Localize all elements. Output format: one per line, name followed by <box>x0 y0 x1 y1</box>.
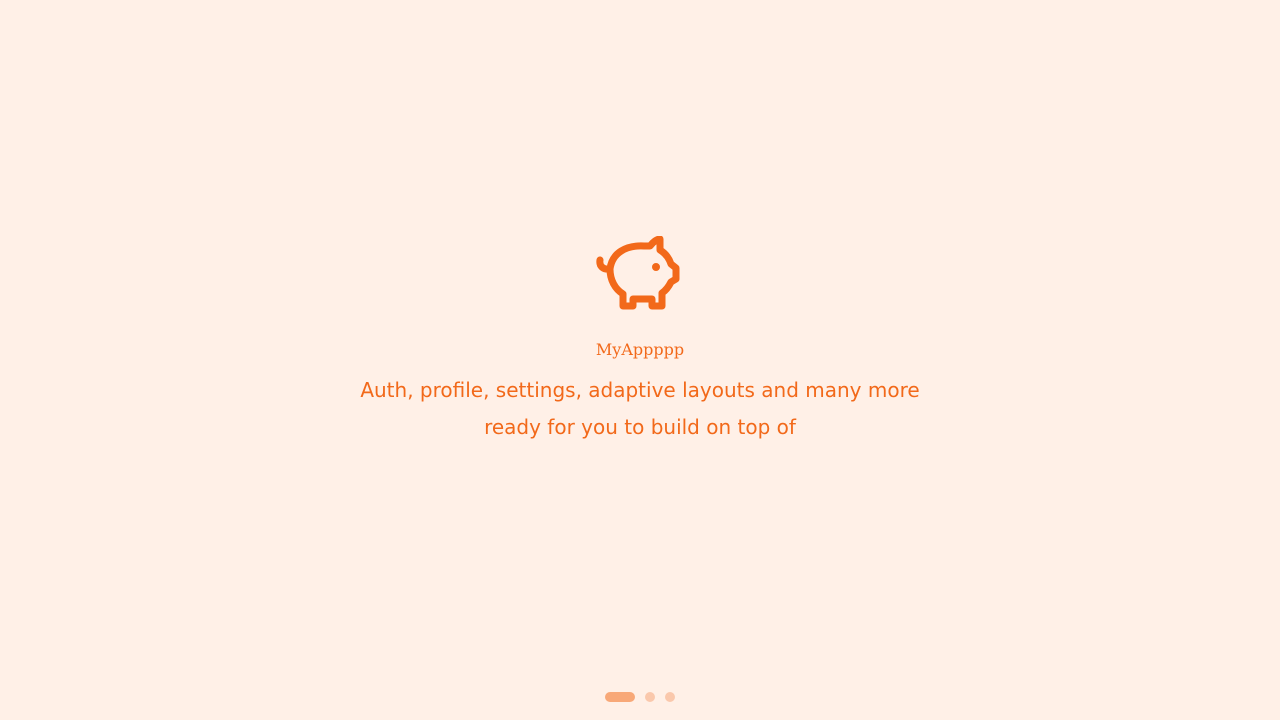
page-dot-3[interactable] <box>665 692 675 702</box>
page-dot-2[interactable] <box>645 692 655 702</box>
onboarding-slide: MyAppppp Auth, profile, settings, adapti… <box>0 0 1280 720</box>
page-dot-1[interactable] <box>605 692 635 702</box>
app-name: MyAppppp <box>595 340 685 359</box>
page-indicator <box>0 692 1280 702</box>
piggy-bank-icon <box>596 236 680 310</box>
onboarding-tagline: Auth, profile, settings, adaptive layout… <box>360 378 920 439</box>
